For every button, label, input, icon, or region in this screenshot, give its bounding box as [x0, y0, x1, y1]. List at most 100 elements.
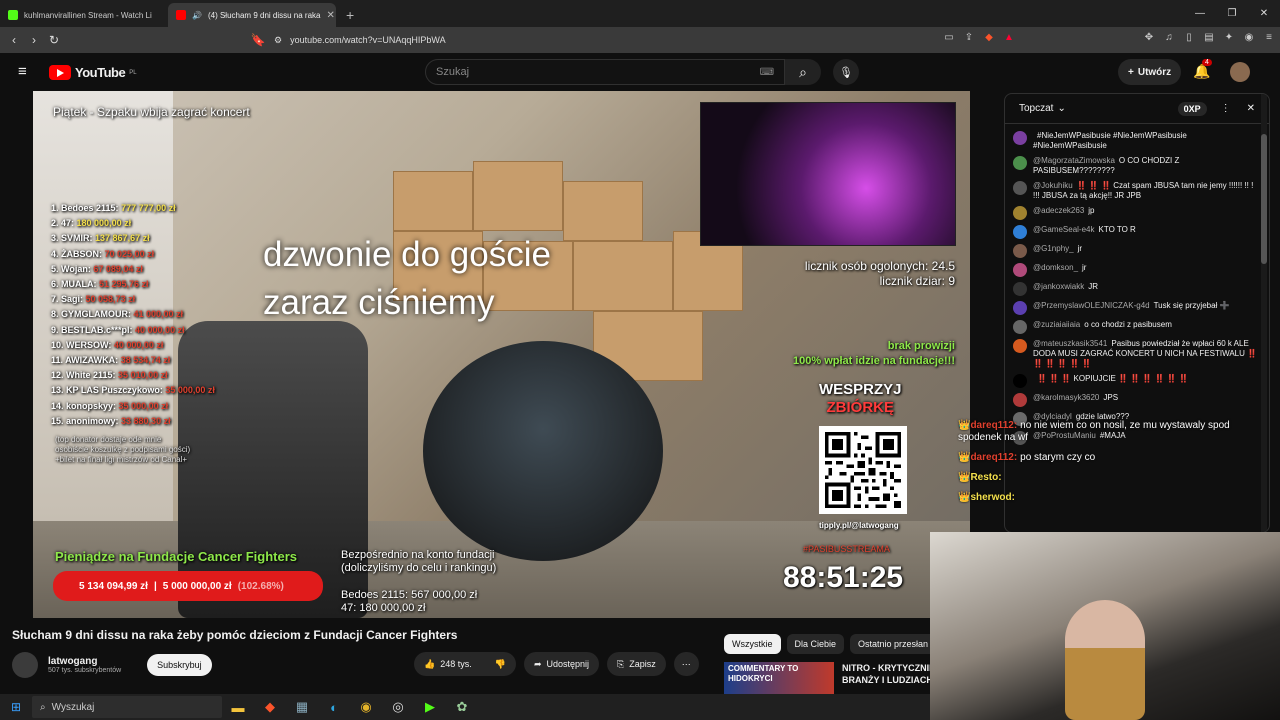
app-green-icon[interactable]: ▶ [414, 699, 446, 715]
menu-icon[interactable]: ≡ [1262, 31, 1276, 45]
share-icon[interactable]: ⇪ [962, 31, 976, 45]
voice-search-button[interactable]: 🎙 [833, 59, 859, 85]
chat-username[interactable]: @jankoxwiakk [1033, 282, 1084, 291]
chat-avatar[interactable] [1013, 374, 1027, 388]
chip-for-you[interactable]: Dla Ciebie [786, 634, 845, 654]
edge-icon[interactable]: ◐ [318, 700, 350, 715]
chat-username[interactable]: @MagorzataZimowska [1033, 156, 1115, 165]
sidebar-icon[interactable]: ▯ [1182, 31, 1196, 45]
chat-message[interactable]: @karolmasyk3620 JPS [1013, 393, 1261, 407]
taskbar-search[interactable]: ⌕ Wyszukaj [32, 696, 222, 718]
share-button[interactable]: ➦ Udostępnij [523, 652, 600, 676]
keyboard-icon[interactable]: ⌨ [760, 67, 774, 78]
reco-title[interactable]: NITRO - KRYTYCZNIE BRANŻY I LUDZIACH [842, 662, 938, 694]
chat-avatar[interactable] [1013, 181, 1027, 195]
chat-username[interactable]: @zuziaiaiiaia [1033, 320, 1080, 329]
chat-message[interactable]: @G1nphy_ jr [1013, 244, 1261, 258]
video-player[interactable]: Piątek - Szpaku wbija zagrać koncert 1. … [33, 91, 970, 618]
back-icon[interactable]: ‹ [4, 33, 24, 47]
chat-username[interactable]: @domkson_ [1033, 263, 1078, 272]
brave-rewards-icon[interactable]: ▲ [1002, 31, 1016, 45]
wallet-icon[interactable]: ▤ [1202, 31, 1216, 45]
store-icon[interactable]: ▦ [286, 699, 318, 715]
chat-mode-selector[interactable]: Topczat [1019, 103, 1053, 114]
chat-username[interactable]: @G1nphy_ [1033, 244, 1074, 253]
brave-shield-icon[interactable]: ◆ [982, 31, 996, 45]
chat-message[interactable]: @zuziaiaiiaia o co chodzi z pasibusem [1013, 320, 1261, 334]
chat-message[interactable]: @jankoxwiakk JR [1013, 282, 1261, 296]
chat-avatar[interactable] [1013, 225, 1027, 239]
chip-all[interactable]: Wszystkie [724, 634, 781, 654]
thumbs-down-icon[interactable]: 👎 [495, 659, 506, 670]
new-tab-button[interactable]: + [336, 3, 364, 27]
youtube-logo[interactable]: YouTube PL [49, 65, 137, 80]
subscribe-button[interactable]: Subskrybuj [147, 654, 212, 676]
vpn-icon[interactable]: ◉ [1242, 31, 1256, 45]
close-tab-icon[interactable]: ✕ [326, 10, 334, 21]
chat-username[interactable]: @GameSeal-e4k [1033, 225, 1094, 234]
chat-message[interactable]: @adeczek263 jp [1013, 206, 1261, 220]
chat-username[interactable]: @mateuszkasik3541 [1033, 339, 1107, 348]
xp-badge[interactable]: 0XP [1177, 101, 1207, 116]
hamburger-menu-icon[interactable]: ≡ [18, 63, 27, 80]
chat-avatar[interactable] [1013, 320, 1027, 334]
reload-icon[interactable]: ↻ [44, 33, 64, 47]
chat-avatar[interactable] [1013, 301, 1027, 315]
chevron-down-icon[interactable]: ⌄ [1057, 103, 1065, 114]
windows-start-icon[interactable]: ⊞ [0, 700, 32, 714]
chat-username[interactable]: @Jokuhiku [1033, 181, 1073, 190]
chat-avatar[interactable] [1013, 156, 1027, 170]
chat-username[interactable]: @adeczek263 [1033, 206, 1084, 215]
chat-avatar[interactable] [1013, 282, 1027, 296]
chat-username[interactable]: @karolmasyk3620 [1033, 393, 1099, 402]
chat-avatar[interactable] [1013, 339, 1027, 353]
restore-icon[interactable]: ❐ [1216, 0, 1248, 27]
leo-icon[interactable]: ✦ [1222, 31, 1236, 45]
media-icon[interactable]: ♫ [1162, 31, 1176, 45]
cast-icon[interactable]: ▭ [942, 31, 956, 45]
chat-avatar[interactable] [1013, 131, 1027, 145]
chat-avatar[interactable] [1013, 263, 1027, 277]
obs-icon[interactable]: ◎ [382, 699, 414, 715]
chat-message[interactable]: @PrzemyslawOLEJNICZAK-g4d Tusk się przyje… [1013, 301, 1261, 315]
app-misc-icon[interactable]: ✿ [446, 699, 478, 715]
url-field[interactable]: ⚙ youtube.com/watch?v=UNAqqHIPbWA [268, 30, 988, 50]
chat-username[interactable]: @PrzemyslawOLEJNICZAK-g4d [1033, 301, 1150, 310]
channel-avatar[interactable] [12, 652, 38, 678]
site-info-icon[interactable]: ⚙ [274, 35, 282, 46]
chat-avatar[interactable] [1013, 393, 1027, 407]
file-explorer-icon[interactable]: ▬ [222, 700, 254, 715]
close-window-icon[interactable]: ✕ [1248, 0, 1280, 27]
chat-message[interactable]: @GameSeal-e4k KTO TO R [1013, 225, 1261, 239]
chrome-icon[interactable]: ◉ [350, 699, 382, 715]
search-input[interactable]: Szukaj ⌨ [425, 59, 785, 85]
save-button[interactable]: ⎘ Zapisz [607, 652, 666, 676]
create-button[interactable]: + Utwórz [1118, 59, 1182, 85]
like-button[interactable]: 👍 248 tys. 👎 [414, 652, 516, 676]
minimize-icon[interactable]: — [1184, 0, 1216, 27]
chat-message[interactable]: ‼️ ‼️ ‼️ KOPIUJCIE ‼️ ‼️ ‼️ ‼️ ‼️ ‼️ [1013, 374, 1261, 388]
brave-icon[interactable]: ◆ [254, 699, 286, 715]
tab-kick[interactable]: kuhlmanvirallinen Stream - Watch Li [0, 3, 168, 27]
search-button[interactable]: ⌕ [785, 59, 821, 85]
more-vert-icon[interactable]: ⋮ [1221, 103, 1231, 114]
avatar[interactable] [1230, 62, 1250, 82]
chat-message[interactable]: @Jokuhiku ‼️ ‼️ ‼️ Czat spam JBUSA tam ni… [1013, 181, 1261, 201]
more-actions-button[interactable]: ⋯ [673, 652, 699, 676]
tab-youtube[interactable]: 🔊 (4) Słucham 9 dni dissu na raka ✕ [168, 3, 336, 27]
channel-name[interactable]: latwogang [48, 656, 121, 667]
chat-message[interactable]: @domkson_ jr [1013, 263, 1261, 277]
bookmark-icon[interactable]: 🔖 [248, 33, 268, 47]
extensions-icon[interactable]: ✥ [1142, 31, 1156, 45]
chat-message[interactable]: #NieJemWPasibusie #NieJemWPasibusie #Nie… [1013, 131, 1261, 151]
recommended-video[interactable]: COMMENTARY TO HIDOKRYCI NITRO - KRYTYCZN… [724, 662, 938, 694]
chat-avatar[interactable] [1013, 206, 1027, 220]
chip-recent[interactable]: Ostatnio przesłan [850, 634, 937, 654]
forward-icon[interactable]: › [24, 33, 44, 47]
chat-message[interactable]: @mateuszkasik3541 Pasibus powiedział że w… [1013, 339, 1261, 369]
chat-message[interactable]: @MagorzataZimowska O CO CHODZI Z PASIBUSE… [1013, 156, 1261, 176]
notifications-button[interactable]: 🔔 4 [1193, 59, 1212, 80]
chat-avatar[interactable] [1013, 244, 1027, 258]
reco-thumbnail[interactable]: COMMENTARY TO HIDOKRYCI [724, 662, 834, 694]
close-chat-icon[interactable]: ✕ [1247, 103, 1255, 114]
